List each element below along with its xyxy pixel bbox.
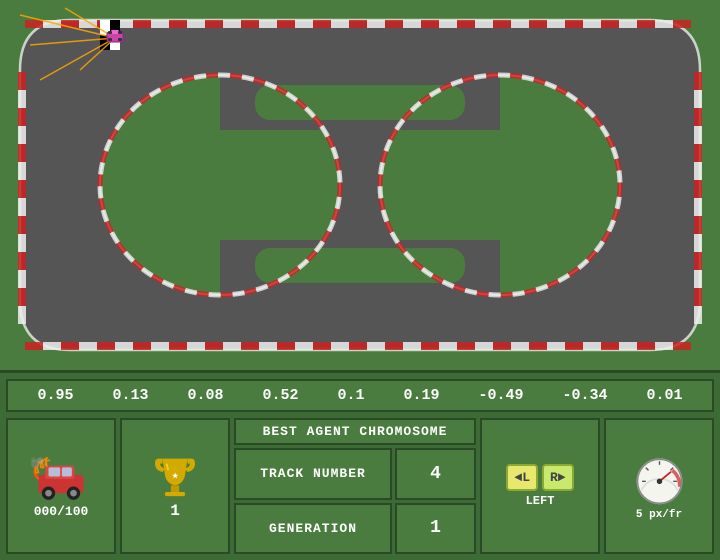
track-area bbox=[0, 0, 720, 370]
speedometer-icon bbox=[632, 452, 687, 507]
car-icon bbox=[31, 454, 91, 504]
chrom-val-6: -0.49 bbox=[478, 387, 523, 404]
chrom-val-3: 0.52 bbox=[262, 387, 298, 404]
chrom-val-5: 0.19 bbox=[403, 387, 439, 404]
car-cell: 000/100 bbox=[6, 418, 116, 554]
chrom-val-0: 0.95 bbox=[37, 387, 73, 404]
middle-info: BEST AGENT CHROMOSOME TRACK NUMBER 4 GEN… bbox=[234, 418, 476, 554]
trophy-cell: ★ 1 bbox=[120, 418, 230, 554]
chrom-val-8: 0.01 bbox=[646, 387, 682, 404]
chrom-val-2: 0.08 bbox=[187, 387, 223, 404]
score-display: 000/100 bbox=[34, 504, 89, 519]
speed-cell: 5 px/fr bbox=[604, 418, 714, 554]
left-arrow-btn[interactable]: ◄L bbox=[506, 464, 538, 491]
direction-label: LEFT bbox=[526, 494, 555, 508]
chrom-val-1: 0.13 bbox=[112, 387, 148, 404]
chromosome-row: 0.95 0.13 0.08 0.52 0.1 0.19 -0.49 -0.34… bbox=[6, 379, 714, 412]
direction-cell: ◄L R► LEFT bbox=[480, 418, 600, 554]
trophy-icon: ★ bbox=[150, 452, 200, 502]
chrom-val-4: 0.1 bbox=[337, 387, 364, 404]
best-agent-header: BEST AGENT CHROMOSOME bbox=[234, 418, 476, 445]
trophy-value: 1 bbox=[170, 502, 180, 520]
svg-text:★: ★ bbox=[172, 469, 179, 483]
right-arrow-icon: R► bbox=[550, 470, 566, 485]
controls-row: 000/100 ★ 1 BEST AGENT CHROMOSOME TRAC bbox=[6, 418, 714, 554]
generation-label: GENERATION bbox=[234, 503, 392, 555]
track-row: TRACK NUMBER 4 bbox=[234, 448, 476, 500]
track-value: 4 bbox=[395, 448, 476, 500]
track-svg bbox=[0, 0, 720, 370]
speed-label: 5 px/fr bbox=[636, 509, 682, 521]
info-panel: 0.95 0.13 0.08 0.52 0.1 0.19 -0.49 -0.34… bbox=[0, 370, 720, 560]
track-label: TRACK NUMBER bbox=[234, 448, 392, 500]
generation-row: GENERATION 1 bbox=[234, 503, 476, 555]
direction-arrows: ◄L R► bbox=[506, 464, 573, 491]
chrom-val-7: -0.34 bbox=[562, 387, 607, 404]
left-arrow-icon: ◄L bbox=[514, 470, 530, 485]
generation-value: 1 bbox=[395, 503, 476, 555]
right-arrow-btn[interactable]: R► bbox=[542, 464, 574, 491]
